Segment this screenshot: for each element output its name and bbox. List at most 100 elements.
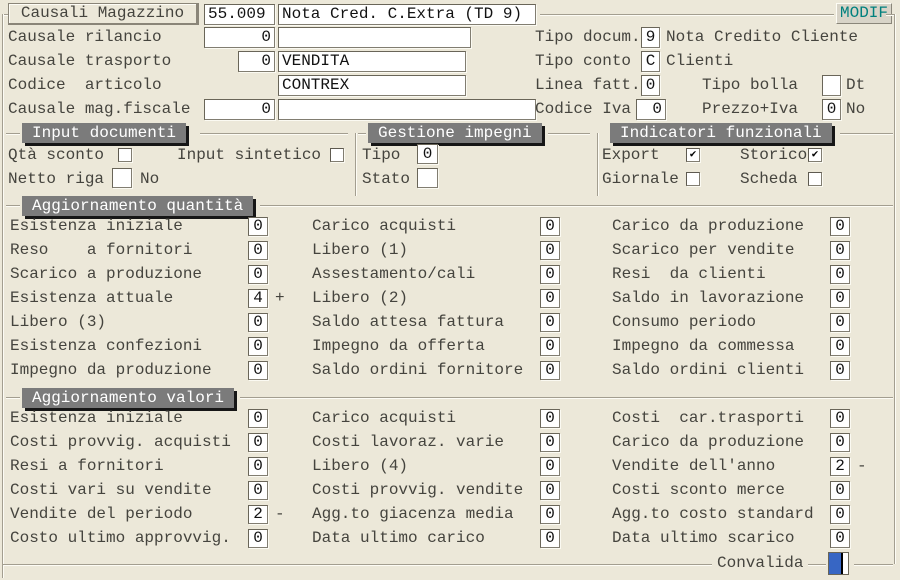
group-divider [6,205,20,206]
footer-divider [808,564,826,565]
convalida-field[interactable] [828,552,849,575]
value-field[interactable]: 0 [830,529,850,548]
value-field[interactable]: 0 [248,457,268,476]
value-field[interactable]: 0 [540,481,560,500]
causale-magfiscale-value-field[interactable]: 0 [204,99,275,120]
field-row: Carico da produzione0 [612,214,850,238]
giornale-checkbox[interactable]: ✔ [686,172,700,186]
window-title: Causali Magazzino [8,3,199,25]
field-label: Vendite dell'anno [612,457,830,475]
value-field[interactable]: 0 [830,433,850,452]
causale-description-field[interactable]: Nota Cred. C.Extra (TD 9) [278,4,536,25]
value-field[interactable]: 0 [248,433,268,452]
value-field[interactable]: 0 [540,505,560,524]
field-row: Carico acquisti0 [312,406,560,430]
netto-riga-field[interactable] [112,168,132,188]
value-field[interactable]: 0 [540,337,560,356]
causale-code-field[interactable]: 55.009 [204,4,275,25]
value-field[interactable]: 0 [540,241,560,260]
field-row: Saldo attesa fattura0 [312,310,560,334]
value-field[interactable]: 4 [248,289,268,308]
value-field[interactable]: 2 [830,457,850,476]
field-row: Esistenza confezioni0 [10,334,285,358]
field-label: Costo ultimo approvvig. [10,529,248,547]
field-row: Resi a fornitori0 [10,454,285,478]
value-field[interactable]: 0 [830,481,850,500]
scheda-checkbox[interactable]: ✔ [808,172,822,186]
field-label: Consumo periodo [612,313,830,331]
field-row: Impegno da produzione0 [10,358,285,382]
value-field[interactable]: 0 [248,361,268,380]
tipo-bolla-field[interactable] [822,75,841,96]
group-divider [6,397,20,398]
field-label: Libero (4) [312,457,540,475]
value-field[interactable]: 0 [830,505,850,524]
value-field[interactable]: 0 [540,361,560,380]
netto-riga-suffix: No [140,169,159,189]
check-icon: ✔ [809,149,821,161]
field-label: Saldo in lavorazione [612,289,830,307]
value-field[interactable]: 0 [540,313,560,332]
value-field[interactable]: 0 [830,289,850,308]
field-label: Data ultimo carico [312,529,540,547]
tipo-conto-field[interactable]: C [641,51,660,72]
value-field[interactable]: 0 [248,337,268,356]
value-field[interactable]: 0 [248,217,268,236]
impegni-tipo-field[interactable]: 0 [417,144,438,164]
field-row: Scarico a produzione0 [10,262,285,286]
linea-fatt-field[interactable]: 0 [641,75,660,96]
agg-valori-column-1: Esistenza iniziale0Costi provvig. acquis… [10,406,285,550]
value-field[interactable]: 0 [830,265,850,284]
field-row: Costi provvig. vendite0 [312,478,560,502]
causale-trasporto-value-field[interactable]: 0 [238,51,275,72]
input-sintetico-checkbox[interactable]: ✔ [330,148,344,162]
value-field[interactable]: 0 [540,457,560,476]
qta-sconto-checkbox[interactable]: ✔ [118,148,132,162]
field-row: Costi sconto merce0 [612,478,867,502]
value-field[interactable]: 0 [540,217,560,236]
value-field[interactable]: 0 [540,409,560,428]
field-label: Saldo ordini clienti [612,361,830,379]
value-field[interactable]: 0 [830,241,850,260]
value-field[interactable]: 0 [248,265,268,284]
causale-trasporto-text-field[interactable]: VENDITA [278,51,466,72]
value-field[interactable]: 0 [248,529,268,548]
field-row: Costo ultimo approvvig.0 [10,526,285,550]
storico-checkbox[interactable]: ✔ [808,148,822,162]
field-label: Agg.to costo standard [612,505,830,523]
codice-articolo-field[interactable]: CONTREX [278,75,466,96]
prezzo-iva-field[interactable]: 0 [822,99,841,120]
value-field[interactable]: 0 [830,409,850,428]
field-row: Saldo ordini clienti0 [612,358,850,382]
agg-quantita-column-3: Carico da produzione0Scarico per vendite… [612,214,850,382]
footer-divider [3,564,712,565]
value-field[interactable]: 0 [540,289,560,308]
tipo-docum-field[interactable]: 9 [641,27,660,48]
value-field[interactable]: 0 [830,313,850,332]
frame-right-border [894,14,895,564]
field-label: Impegno da commessa [612,337,830,355]
value-field[interactable]: 2 [248,505,268,524]
causale-magfiscale-text-field[interactable] [278,99,536,120]
value-field[interactable]: 0 [248,409,268,428]
tipo-conto-description: Clienti [666,51,733,72]
group-divider [355,133,356,196]
value-field[interactable]: 0 [540,529,560,548]
impegni-stato-field[interactable] [417,168,438,188]
value-field[interactable]: 0 [830,361,850,380]
causale-rilancio-text-field[interactable] [278,27,471,48]
value-field[interactable]: 0 [248,241,268,260]
value-field[interactable]: 0 [830,337,850,356]
sign-suffix: + [275,289,285,307]
codice-iva-field[interactable]: 0 [636,99,666,120]
value-field[interactable]: 0 [540,433,560,452]
value-field[interactable]: 0 [248,481,268,500]
value-field[interactable]: 0 [830,217,850,236]
field-label: Costi provvig. acquisti [10,433,248,451]
value-field[interactable]: 0 [540,265,560,284]
field-row: Costi provvig. acquisti0 [10,430,285,454]
linea-fatt-label: Linea fatt. [535,75,641,96]
export-checkbox[interactable]: ✔ [686,148,700,162]
causale-rilancio-value-field[interactable]: 0 [204,27,275,48]
value-field[interactable]: 0 [248,313,268,332]
